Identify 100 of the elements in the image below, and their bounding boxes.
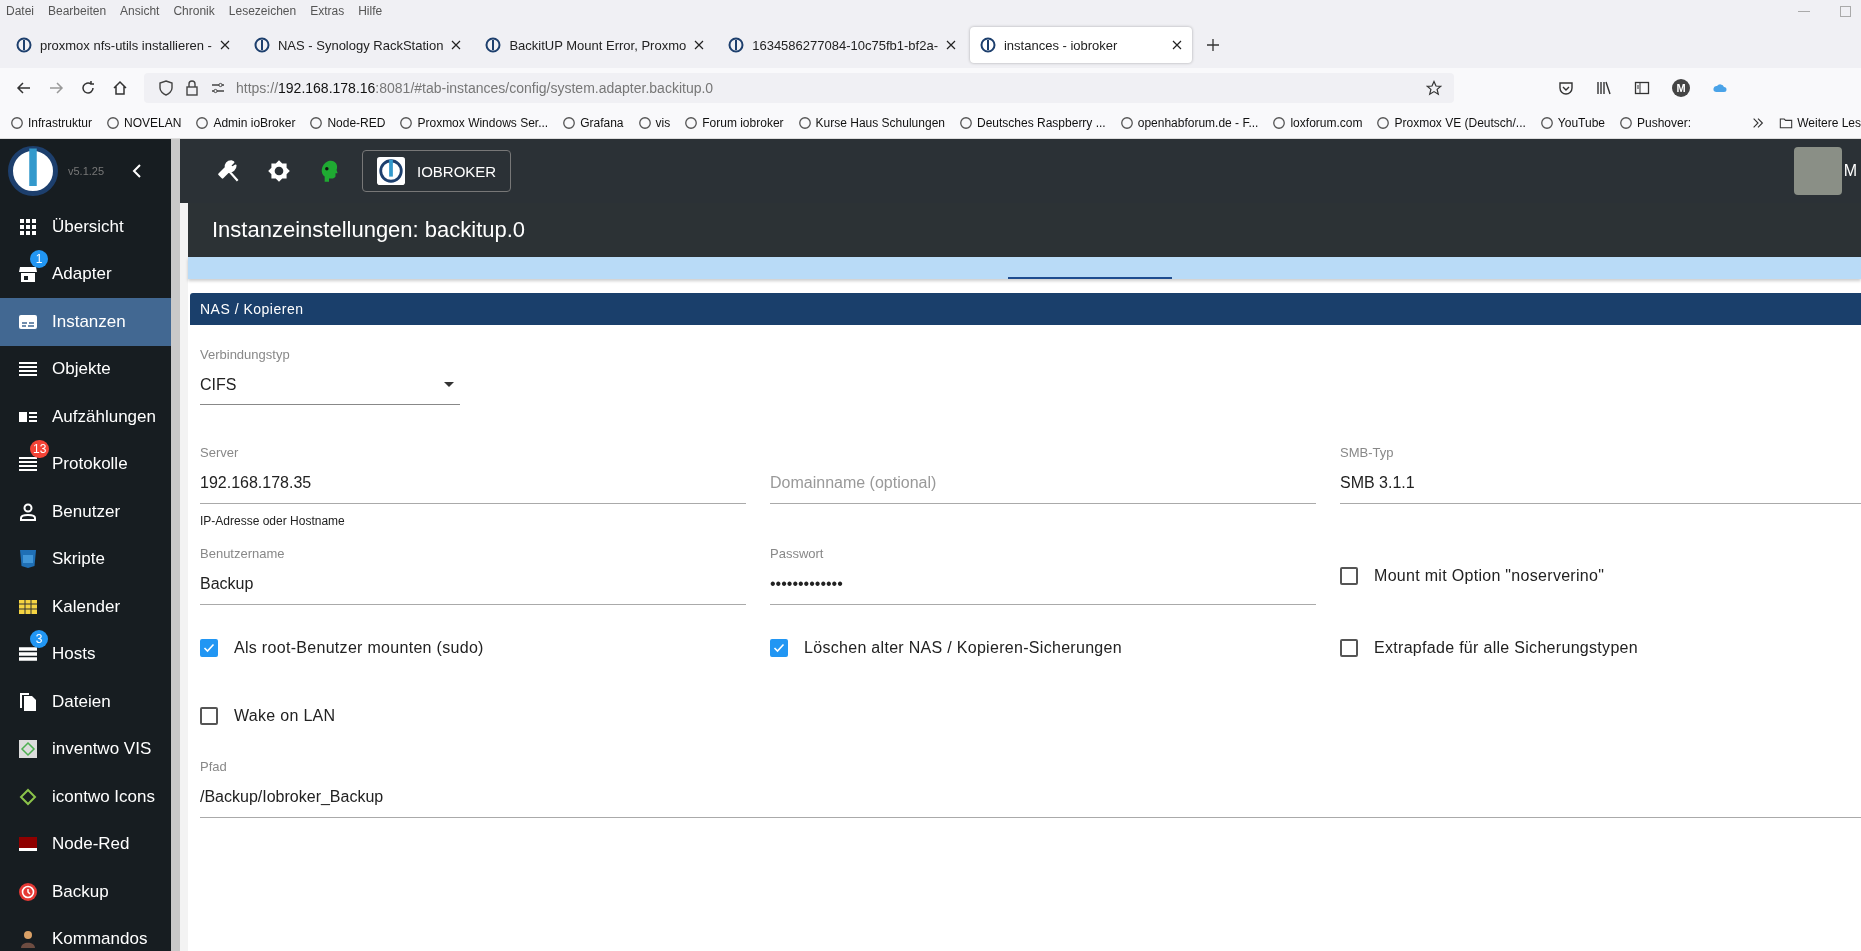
menu-item[interactable]: Ansicht [120, 4, 160, 18]
globe-icon [106, 116, 121, 130]
close-icon[interactable] [694, 40, 705, 50]
input-field[interactable]: SMB 3.1.1 [1340, 463, 1861, 504]
checkbox[interactable] [200, 707, 218, 725]
close-icon[interactable] [451, 40, 462, 50]
shield-icon [158, 80, 174, 96]
input-field[interactable]: Backup [200, 564, 746, 605]
bookmark[interactable]: Pushover: [1619, 116, 1692, 130]
checkmark-icon [202, 641, 216, 655]
clock-icon [18, 881, 38, 902]
select-field[interactable]: CIFS [200, 365, 460, 405]
nav-item[interactable]: Instanzen [0, 298, 171, 346]
nav-item[interactable]: icontwo Icons [0, 773, 171, 821]
star-icon[interactable] [1426, 80, 1442, 96]
browser-tab[interactable]: 1634586277084-10c75fb1-bf2a- [718, 27, 966, 63]
checkbox-label: Extrapfade für alle Sicherungstypen [1374, 639, 1638, 657]
input-field[interactable]: 192.168.178.35 [200, 463, 746, 504]
chevron-left-icon[interactable] [132, 163, 143, 179]
menu-item[interactable]: Datei [6, 4, 34, 18]
globe-icon [1119, 116, 1134, 130]
host-button[interactable]: IOBROKER [362, 150, 512, 192]
globe-icon [1376, 116, 1391, 130]
settings-icon[interactable] [266, 158, 292, 184]
nav-item[interactable]: Node-Red [0, 820, 171, 868]
menu-item[interactable]: Hilfe [358, 4, 383, 18]
nav-item[interactable]: Backup [0, 868, 171, 916]
field-label: Pfad [200, 759, 228, 776]
nav-item[interactable]: Kommandos [0, 915, 171, 951]
globe-icon [399, 116, 414, 130]
field-label: Verbindungstyp [200, 347, 291, 364]
nav-item[interactable]: Dateien [0, 678, 171, 726]
menu-item[interactable]: Lesezeichen [228, 4, 297, 18]
site-icon [728, 37, 745, 53]
nav-item[interactable]: Aufzählungen [0, 393, 171, 441]
nav-item[interactable]: 3 Hosts [0, 630, 171, 678]
nav-item[interactable]: Übersicht [0, 203, 171, 251]
bookmark[interactable]: Proxmox VE (Deutsch/... [1376, 116, 1526, 130]
checkbox-label: Wake on LAN [234, 707, 336, 725]
bookmark-folder[interactable]: Weitere Les [1779, 116, 1861, 130]
close-icon[interactable] [945, 40, 956, 50]
bookmark[interactable]: Admin ioBroker [195, 116, 296, 130]
bookmark[interactable]: Kurse Haus Schulungen [797, 116, 945, 130]
checkbox[interactable] [1340, 566, 1358, 585]
checkbox[interactable] [200, 639, 218, 657]
browser-tab[interactable]: instances - iobroker [969, 27, 1192, 63]
address-field[interactable]: https://192.168.178.16:8081/#tab-instances/config/system.adapter.backitup.0 [144, 73, 1454, 103]
photo-placeholder[interactable] [1793, 147, 1842, 195]
bookmark[interactable]: Deutsches Raspberry ... [959, 116, 1106, 130]
bookmark[interactable]: openhabforum.de - F... [1119, 116, 1259, 130]
chevron-icon[interactable] [1751, 116, 1766, 130]
checkbox-label: Mount mit Option "noserverino" [1374, 566, 1605, 585]
count-badge: 1 [30, 250, 48, 269]
close-icon[interactable] [219, 40, 230, 50]
section-header: NAS / Kopieren [190, 293, 1861, 325]
reload-icon[interactable] [80, 80, 96, 96]
sidebar-icon[interactable] [1634, 80, 1650, 96]
helper-text: IP-Adresse oder Hostname [200, 514, 346, 528]
browser-tab[interactable]: proxmox nfs-utils installieren - [6, 27, 240, 63]
pocket-icon[interactable] [1558, 80, 1574, 96]
browser-tab[interactable]: BackitUP Mount Error, Proxmo [475, 27, 715, 63]
folder-icon [1779, 116, 1794, 130]
forward-arrow-icon[interactable] [48, 80, 64, 96]
home-icon[interactable] [112, 80, 128, 96]
input-field[interactable]: ••••••••••••• [770, 564, 1316, 605]
bookmark[interactable]: Proxmox Windows Ser... [399, 116, 549, 130]
bookmark[interactable]: YouTube [1539, 116, 1605, 130]
nav-item[interactable]: inventwo VIS [0, 725, 171, 773]
checkmark-icon [772, 641, 786, 655]
bookmark[interactable]: Infrastruktur [10, 116, 93, 130]
input-field[interactable]: Domainname (optional) [770, 463, 1316, 504]
bookmark[interactable]: vis [637, 116, 671, 130]
globe-icon [684, 116, 699, 130]
checkbox[interactable] [1340, 639, 1358, 657]
bookmark[interactable]: Forum iobroker [684, 116, 784, 130]
nav-item[interactable]: Objekte [0, 345, 171, 393]
nav-item[interactable]: 13 Protokolle [0, 440, 171, 488]
menu-item[interactable]: Extras [310, 4, 345, 18]
plus-icon[interactable] [1205, 38, 1220, 52]
menu-item[interactable]: Chronik [173, 4, 215, 18]
close-icon[interactable] [1171, 40, 1182, 50]
back-arrow-icon[interactable] [16, 80, 32, 96]
input-field[interactable]: /Backup/Iobroker_Backup [200, 777, 1861, 818]
lock-icon [184, 80, 200, 96]
bookmark[interactable]: Node-RED [309, 116, 386, 130]
checkbox-label: Als root-Benutzer mounten (sudo) [234, 639, 484, 657]
nav-item[interactable]: Benutzer [0, 488, 171, 536]
bookmark[interactable]: loxforum.com [1272, 116, 1363, 130]
nav-item[interactable]: Kalender [0, 583, 171, 631]
logo-icon [8, 146, 58, 196]
menu-item[interactable]: Bearbeiten [48, 4, 107, 18]
profile-button[interactable]: M [1672, 79, 1690, 97]
bookmark[interactable]: NOVELAN [106, 116, 182, 130]
browser-tab[interactable]: NAS - Synology RackStation [243, 27, 472, 63]
library-icon[interactable] [1596, 80, 1612, 96]
nav-item[interactable]: 1 Adapter [0, 250, 171, 298]
bookmark[interactable]: Grafana [562, 116, 624, 130]
nav-item[interactable]: Skripte [0, 535, 171, 583]
person-icon [18, 501, 38, 522]
checkbox[interactable] [770, 639, 788, 657]
